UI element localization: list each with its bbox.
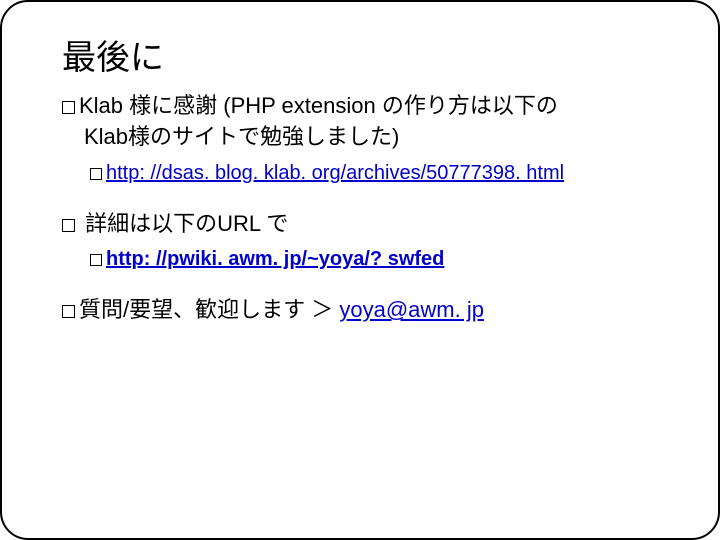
slide-title: 最後に: [62, 30, 678, 79]
bullet-3-text: 質問/要望、歓迎します ＞: [79, 297, 339, 322]
bullet-1-line1: Klab 様に感謝 (PHP extension の作り方は以下の: [79, 93, 558, 118]
bullet-group-3: 質問/要望、歓迎します ＞ yoya@awm. jp: [62, 295, 678, 326]
bullet-3: 質問/要望、歓迎します ＞ yoya@awm. jp: [62, 295, 678, 326]
bullet-2: 詳細は以下のURL で: [62, 209, 678, 240]
link-email[interactable]: yoya@awm. jp: [339, 297, 484, 322]
bullet-2-text: 詳細は以下のURL で: [79, 211, 288, 236]
square-bullet-icon: [62, 305, 75, 318]
bullet-group-2: 詳細は以下のURL で http: //pwiki. awm. jp/~yoya…: [62, 209, 678, 274]
slide-frame: 最後に Klab 様に感謝 (PHP extension の作り方は以下の Kl…: [0, 0, 720, 540]
square-bullet-icon: [62, 219, 75, 232]
square-bullet-icon: [90, 168, 102, 180]
bullet-1: Klab 様に感謝 (PHP extension の作り方は以下の Klab様の…: [62, 91, 678, 153]
link-pwiki[interactable]: http: //pwiki. awm. jp/~yoya/? swfed: [106, 248, 444, 270]
bullet-group-1: Klab 様に感謝 (PHP extension の作り方は以下の Klab様の…: [62, 91, 678, 187]
square-bullet-icon: [90, 254, 102, 266]
link-pwiki-text: http: //pwiki. awm. jp/~yoya/? swfed: [106, 248, 444, 270]
link-klab[interactable]: http: //dsas. blog. klab. org/archives/5…: [106, 162, 564, 184]
bullet-2-sub: http: //pwiki. awm. jp/~yoya/? swfed: [90, 245, 678, 273]
square-bullet-icon: [62, 101, 75, 114]
bullet-1-line2: Klab様のサイトで勉強しました): [62, 122, 678, 153]
bullet-1-sub: http: //dsas. blog. klab. org/archives/5…: [90, 159, 678, 187]
